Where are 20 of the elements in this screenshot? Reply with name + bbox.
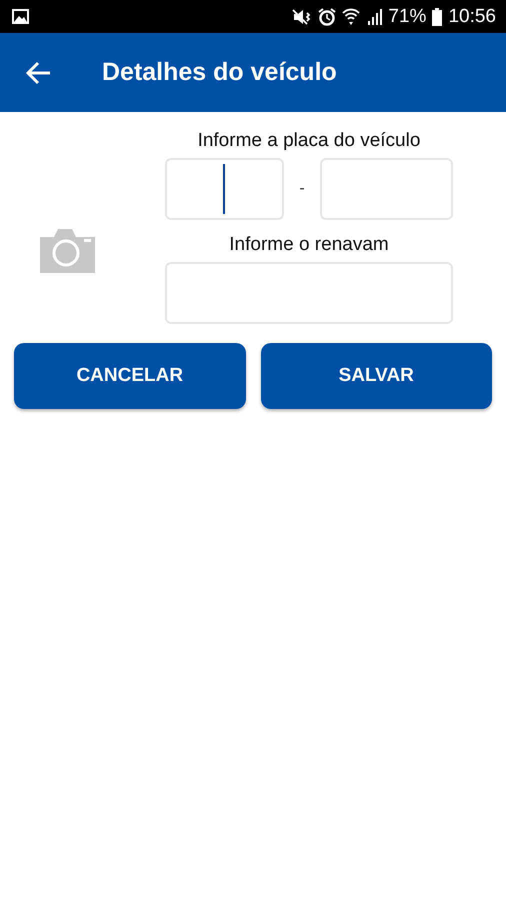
image-icon <box>12 9 29 24</box>
text-cursor <box>223 164 225 214</box>
screen-title: Detalhes do veículo <box>102 58 337 87</box>
plate-numbers-field[interactable] <box>320 158 453 220</box>
mute-vibrate-icon <box>292 8 312 24</box>
cancel-button[interactable]: CANCELAR <box>14 343 246 409</box>
renavam-label: Informe o renavam <box>229 234 389 256</box>
clock-time: 10:56 <box>448 6 496 28</box>
signal-icon <box>366 8 382 24</box>
plate-label: Informe a placa do veículo <box>198 130 420 152</box>
save-button[interactable]: SALVAR <box>260 343 492 409</box>
renavam-field[interactable] <box>165 262 453 324</box>
alarm-icon <box>318 8 336 26</box>
battery-percentage: 71% <box>388 6 426 28</box>
camera-icon[interactable] <box>40 227 95 273</box>
plate-letters-field[interactable] <box>165 158 284 220</box>
plate-separator: - <box>299 180 305 198</box>
back-arrow-icon[interactable] <box>26 60 52 86</box>
battery-icon <box>432 8 442 26</box>
wifi-icon <box>342 8 360 25</box>
